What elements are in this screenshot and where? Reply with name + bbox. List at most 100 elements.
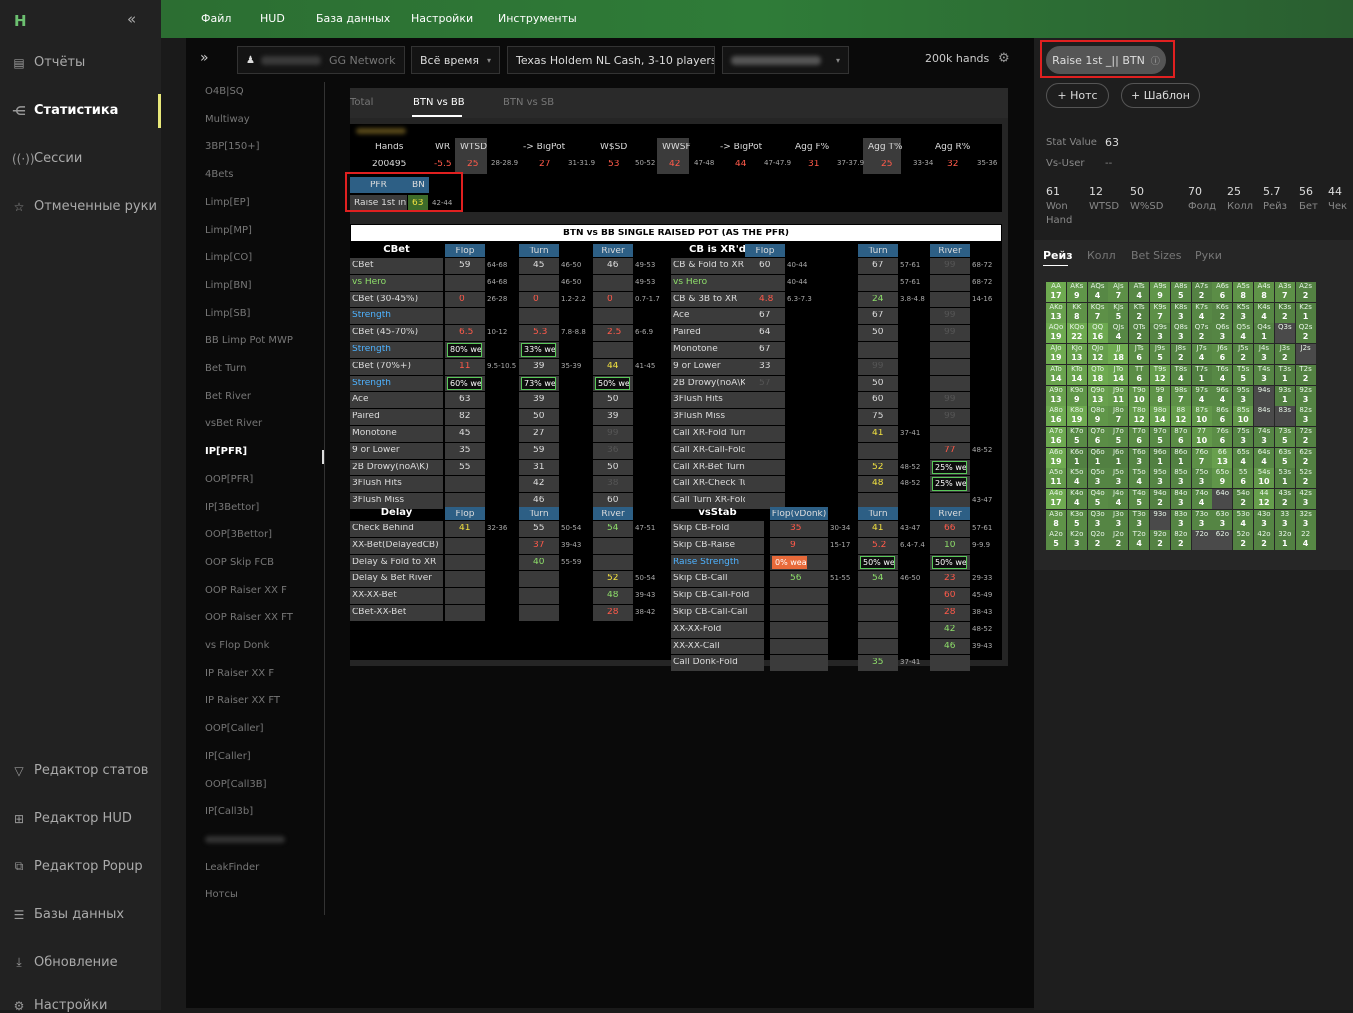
hand-cell[interactable]: T2o 4 [1129,530,1150,551]
hand-cell[interactable]: 96s 4 [1212,385,1233,406]
hand-cell[interactable]: 43o 3 [1254,509,1274,530]
hand-cell[interactable]: 99 8 [1150,385,1170,406]
hand-cell[interactable]: 93s 1 [1274,385,1295,406]
stat-group-item[interactable]: vs Flop Donk [205,640,269,651]
hand-cell[interactable]: A6s 6 [1212,282,1233,302]
menu-tools[interactable]: Инструменты [498,12,577,25]
stat-group-item[interactable]: OOP[3Bettor] [205,529,272,540]
stat-group-item[interactable]: 3BP[150+] [205,141,260,152]
hand-cell[interactable]: 65o 9 [1212,468,1233,489]
hand-cell[interactable]: T5s 5 [1233,364,1254,385]
hand-cell[interactable]: 84s [1254,406,1274,427]
hand-cell[interactable]: T7s 1 [1191,364,1212,385]
stat-group-item[interactable]: Multiway [205,114,250,125]
tab-bet-sizes[interactable]: Bet Sizes [1131,249,1181,262]
hand-cell[interactable]: 92s 3 [1295,385,1316,406]
hand-cell[interactable]: 82o 2 [1170,530,1191,551]
hand-cell[interactable]: 42s 3 [1295,489,1316,509]
add-notes-button[interactable]: + Нотс [1046,83,1109,108]
hand-cell[interactable]: K8o 19 [1066,406,1087,427]
hand-cell[interactable]: A8s 5 [1170,282,1191,302]
hand-cell[interactable]: Q8o 9 [1087,406,1108,427]
hand-cell[interactable]: 98o 14 [1150,406,1170,427]
stat-group-item[interactable]: Нотсы [205,889,238,900]
hand-cell[interactable]: 72o [1191,530,1212,551]
stat-group-item[interactable]: IP Raiser XX FT [205,695,280,706]
hand-cell[interactable]: 63o 3 [1212,509,1233,530]
hand-cell[interactable]: AJs 7 [1108,282,1129,302]
hand-cell[interactable]: AKs 9 [1066,282,1087,302]
hand-cell[interactable]: 53s 1 [1274,468,1295,489]
hand-cell[interactable]: J7o 5 [1108,426,1129,447]
hand-cell[interactable]: QJs 4 [1108,323,1129,344]
hand-cell[interactable]: 52o 2 [1233,530,1254,551]
hand-cell[interactable]: 54o 2 [1233,489,1254,509]
hand-cell[interactable]: Q2s 2 [1295,323,1316,344]
hand-cell[interactable]: J7s 4 [1191,344,1212,365]
hand-cell[interactable]: 63s 5 [1274,447,1295,468]
hand-cell[interactable]: 53o 4 [1233,509,1254,530]
hand-cell[interactable]: QJo 12 [1087,344,1108,365]
hand-cell[interactable]: 54s 10 [1254,468,1274,489]
collapse-sidebar-button[interactable]: « [127,10,136,28]
hand-cell[interactable]: T2s 2 [1295,364,1316,385]
hand-cell[interactable]: K2s 1 [1295,302,1316,323]
hand-cell[interactable]: K9s 7 [1150,302,1170,323]
hand-cell[interactable]: J2s [1295,344,1316,365]
tab-raise[interactable]: Рейз [1043,249,1073,262]
hand-cell[interactable]: T6o 3 [1129,447,1150,468]
hand-cell[interactable]: ATs 4 [1129,282,1150,302]
hand-cell[interactable]: A9o 13 [1046,385,1066,406]
hand-cell[interactable]: 87s 10 [1191,406,1212,427]
hand-cell[interactable]: K3o 5 [1066,509,1087,530]
nav-item-5[interactable]: ⊞ Редактор HUD [12,811,132,826]
stat-group-item[interactable]: Limp[EP] [205,197,250,208]
nav-item-3[interactable]: ☆ Отмеченные руки [12,199,157,214]
stat-group-item[interactable]: IP Raiser XX F [205,668,274,679]
hand-cell[interactable]: T4s 3 [1254,364,1274,385]
extra-filter-select[interactable]: ▾ [722,46,849,74]
hand-cell[interactable]: J8o 7 [1108,406,1129,427]
hand-cell[interactable]: A8o 16 [1046,406,1066,427]
hand-cell[interactable]: K9o 9 [1066,385,1087,406]
hand-cell[interactable]: KTs 2 [1129,302,1150,323]
hand-cell[interactable]: AJo 19 [1046,344,1066,365]
hand-cell[interactable]: J4s 3 [1254,344,1274,365]
nav-item-8[interactable]: ⤓ Обновление [12,955,117,970]
nav-item-6[interactable]: ⧉ Редактор Popup [12,859,143,874]
hand-cell[interactable]: 87o 6 [1170,426,1191,447]
hand-cell[interactable]: 76s 6 [1212,426,1233,447]
hand-cell[interactable]: J9s 5 [1150,344,1170,365]
hand-cell[interactable]: A3o 8 [1046,509,1066,530]
hand-cell[interactable]: 75s 3 [1233,426,1254,447]
player-selector[interactable]: ♟ GG Network [237,46,405,74]
stat-group-item[interactable]: Bet River [205,391,251,402]
hand-cell[interactable]: 52s 2 [1295,468,1316,489]
hand-cell[interactable]: T6s 4 [1212,364,1233,385]
expand-panel-button[interactable]: » [200,50,209,66]
hand-cell[interactable]: A5s 8 [1233,282,1254,302]
hand-cell[interactable]: KJo 13 [1066,344,1087,365]
stat-group-item[interactable]: OOP Skip FCB [205,557,274,568]
stat-group-item[interactable]: OOP[PFR] [205,474,253,485]
hand-cell[interactable]: T3s 1 [1274,364,1295,385]
tab-total[interactable]: Total [350,97,373,108]
hand-cell[interactable]: 83o 3 [1170,509,1191,530]
hand-cell[interactable]: 76o 7 [1191,447,1212,468]
hand-cell[interactable]: J2o 2 [1108,530,1129,551]
hand-cell[interactable]: J5o 3 [1108,468,1129,489]
hand-cell[interactable]: J8s 2 [1170,344,1191,365]
hand-cell[interactable]: T8o 12 [1129,406,1150,427]
hand-cell[interactable]: A2o 5 [1046,530,1066,551]
hand-cell[interactable]: Q3o 3 [1087,509,1108,530]
stat-group-item[interactable]: BB Limp Pot MWP [205,335,293,346]
hand-cell[interactable]: TT 6 [1129,364,1150,385]
nav-item-4[interactable]: ▽ Редактор статов [12,763,148,778]
hand-cell[interactable]: J5s 2 [1233,344,1254,365]
hand-cell[interactable]: 88 12 [1170,406,1191,427]
hand-cell[interactable]: K5s 3 [1233,302,1254,323]
tab-btn-vs-bb[interactable]: BTN vs BB [413,97,465,108]
hand-cell[interactable]: K4s 4 [1254,302,1274,323]
hand-cell[interactable]: 32o 1 [1274,530,1295,551]
hand-cell[interactable]: 73o 3 [1191,509,1212,530]
